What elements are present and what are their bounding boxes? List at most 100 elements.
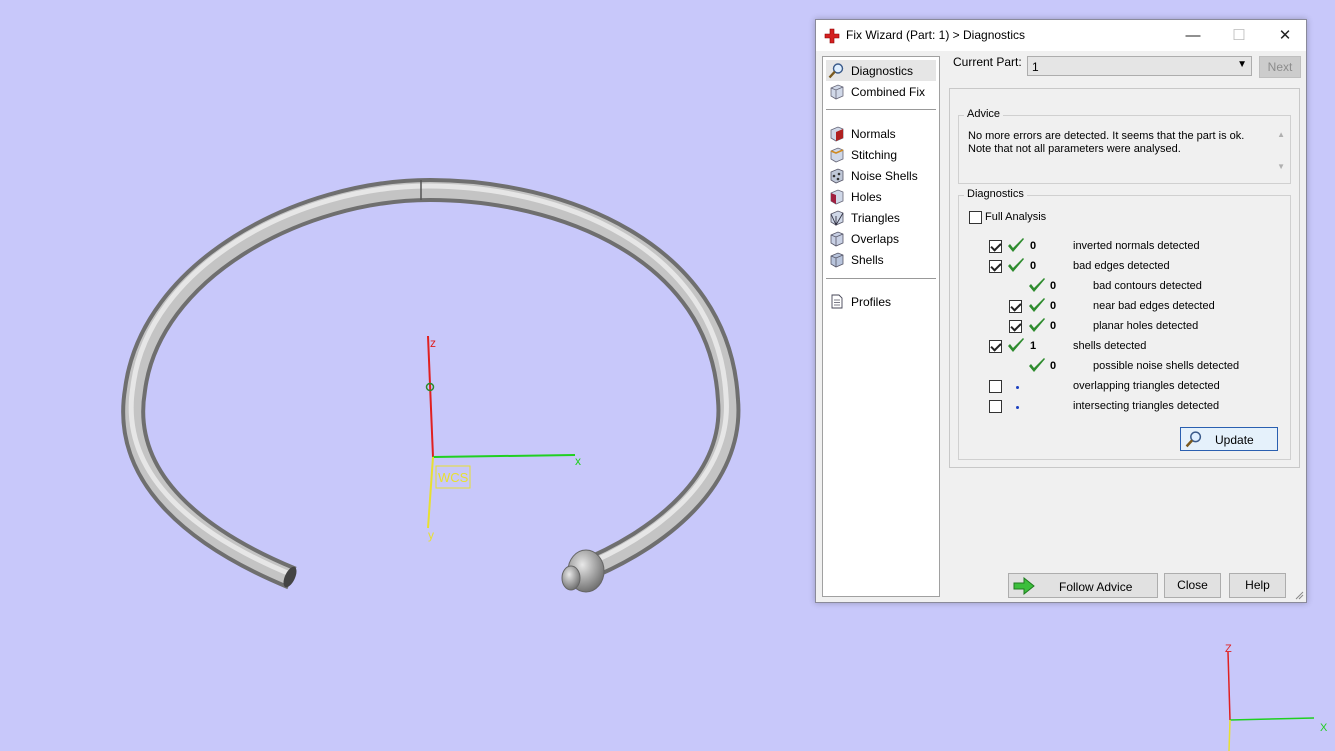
sidebar-item-holes[interactable]: Holes (826, 186, 936, 207)
bad-edges-count: 0 (1030, 260, 1037, 272)
magnifier-icon (828, 63, 844, 79)
near-bad-edges-checkbox[interactable] (1009, 300, 1022, 313)
green-check-icon (1029, 318, 1045, 332)
mini-axes: Z X (1225, 643, 1328, 751)
advice-group: Advice No more errors are detected. It s… (958, 108, 1291, 186)
axis-x-label: x (575, 454, 581, 468)
planar-holes-count: 0 (1050, 320, 1057, 332)
chevron-down-icon: ▼ (1237, 59, 1247, 70)
sidebar-item-label: Noise Shells (851, 169, 918, 183)
diagnostics-panel: Advice No more errors are detected. It s… (949, 88, 1300, 468)
update-label: Update (1215, 433, 1254, 447)
pending-dot-icon (1016, 386, 1019, 389)
shells-count: 1 (1030, 340, 1037, 352)
axis-y-label: y (428, 528, 434, 542)
wcs-label: WCS (438, 470, 469, 485)
pending-dot-icon (1016, 406, 1019, 409)
sidebar-item-label: Profiles (851, 295, 892, 309)
noise-shells-label: possible noise shells detected (1093, 360, 1240, 372)
green-check-icon (1008, 338, 1024, 352)
update-button[interactable]: Update (1180, 427, 1278, 451)
green-check-icon (1008, 258, 1024, 272)
sidebar-item-overlaps[interactable]: Overlaps (826, 228, 936, 249)
minimize-button[interactable]: — (1170, 20, 1216, 51)
near-bad-edges-count: 0 (1050, 300, 1057, 312)
magnifier-icon (1185, 431, 1202, 448)
bad-contours-label: bad contours detected (1093, 280, 1202, 292)
window-title: Fix Wizard (Part: 1) > Diagnostics (846, 28, 1026, 42)
mini-axis-x-label: X (1320, 722, 1328, 734)
maximize-button[interactable]: ☐ (1216, 20, 1262, 51)
sidebar-item-label: Holes (851, 190, 882, 204)
overlapping-triangles-checkbox[interactable] (989, 380, 1002, 393)
triangles-cube-icon (830, 210, 844, 226)
intersecting-triangles-checkbox[interactable] (989, 400, 1002, 413)
next-button[interactable]: Next (1259, 56, 1301, 78)
scroll-up-icon[interactable]: ▲ (1277, 130, 1285, 139)
inverted-normals-count: 0 (1030, 240, 1037, 252)
advice-textbox[interactable]: No more errors are detected. It seems th… (968, 130, 1289, 186)
current-part-label: Current Part: (953, 55, 1022, 69)
holes-cube-icon (830, 189, 844, 205)
sidebar-item-label: Triangles (851, 211, 900, 225)
resize-grip-icon[interactable] (1294, 590, 1304, 600)
follow-advice-button[interactable]: Follow Advice (1008, 573, 1158, 598)
full-analysis-label: Full Analysis (985, 211, 1047, 223)
sidebar-item-stitching[interactable]: Stitching (826, 144, 936, 165)
diagnostics-title: Diagnostics (964, 188, 1027, 200)
sidebar-item-triangles[interactable]: Triangles (826, 207, 936, 228)
mini-axis-z-label: Z (1225, 643, 1232, 655)
planar-holes-checkbox[interactable] (1009, 320, 1022, 333)
noise-shells-icon (830, 168, 844, 184)
wcs-axes: WCS z x y (425, 335, 581, 542)
sidebar-item-combined-fix[interactable]: Combined Fix (826, 81, 936, 102)
sidebar-item-label: Overlaps (851, 232, 900, 246)
sidebar-item-profiles[interactable]: Profiles (826, 291, 936, 312)
near-bad-edges-label: near bad edges detected (1093, 300, 1215, 312)
inverted-normals-label: inverted normals detected (1073, 240, 1200, 252)
sidebar-item-noise-shells[interactable]: Noise Shells (826, 165, 936, 186)
sidebar-item-label: Combined Fix (851, 85, 926, 99)
advice-text-line2: Note that not all parameters were analys… (968, 143, 1181, 155)
fix-wizard-window: Fix Wizard (Part: 1) > Diagnostics — ☐ ✕… (815, 19, 1307, 603)
full-analysis-checkbox[interactable] (969, 211, 982, 224)
bad-edges-checkbox[interactable] (989, 260, 1002, 273)
bad-edges-label: bad edges detected (1073, 260, 1170, 272)
green-check-icon (1029, 358, 1045, 372)
sidebar-divider (826, 109, 936, 110)
shells-checkbox[interactable] (989, 340, 1002, 353)
help-button[interactable]: Help (1229, 573, 1286, 598)
green-check-icon (1008, 238, 1024, 252)
sidebar-item-diagnostics[interactable]: Diagnostics (826, 60, 936, 81)
red-cross-icon (824, 28, 840, 44)
green-check-icon (1029, 278, 1045, 292)
title-bar[interactable]: Fix Wizard (Part: 1) > Diagnostics — ☐ ✕ (816, 20, 1306, 51)
green-check-icon (1029, 298, 1045, 312)
sidebar-item-label: Stitching (851, 148, 898, 162)
close-button[interactable]: Close (1164, 573, 1221, 598)
current-part-value: 1 (1032, 60, 1039, 74)
current-part-select[interactable]: 1 ▼ (1027, 56, 1252, 76)
inverted-normals-checkbox[interactable] (989, 240, 1002, 253)
diagnostics-group: Diagnostics Full Analysis 0 inverted nor… (958, 188, 1291, 460)
wizard-sidebar: Diagnostics Combined Fix Normals Stitchi… (822, 56, 940, 597)
advice-text-line1: No more errors are detected. It seems th… (968, 130, 1245, 142)
document-icon (831, 294, 843, 309)
sidebar-item-shells[interactable]: Shells (826, 249, 936, 270)
stitching-cube-icon (830, 147, 844, 163)
intersecting-triangles-label: intersecting triangles detected (1073, 400, 1220, 412)
cube-icon (830, 84, 844, 100)
shells-label: shells detected (1073, 340, 1147, 352)
follow-advice-label: Follow Advice (1059, 580, 1133, 594)
sidebar-item-label: Diagnostics (851, 64, 914, 78)
scroll-down-icon[interactable]: ▼ (1277, 162, 1285, 171)
close-window-button[interactable]: ✕ (1262, 20, 1308, 51)
normals-cube-icon (830, 126, 844, 142)
sidebar-divider (826, 278, 936, 279)
green-arrow-icon (1013, 577, 1035, 595)
advice-title: Advice (964, 108, 1004, 120)
sidebar-item-label: Shells (851, 253, 884, 267)
overlapping-triangles-label: overlapping triangles detected (1073, 380, 1220, 392)
shells-cube-icon (830, 252, 844, 268)
sidebar-item-normals[interactable]: Normals (826, 123, 936, 144)
